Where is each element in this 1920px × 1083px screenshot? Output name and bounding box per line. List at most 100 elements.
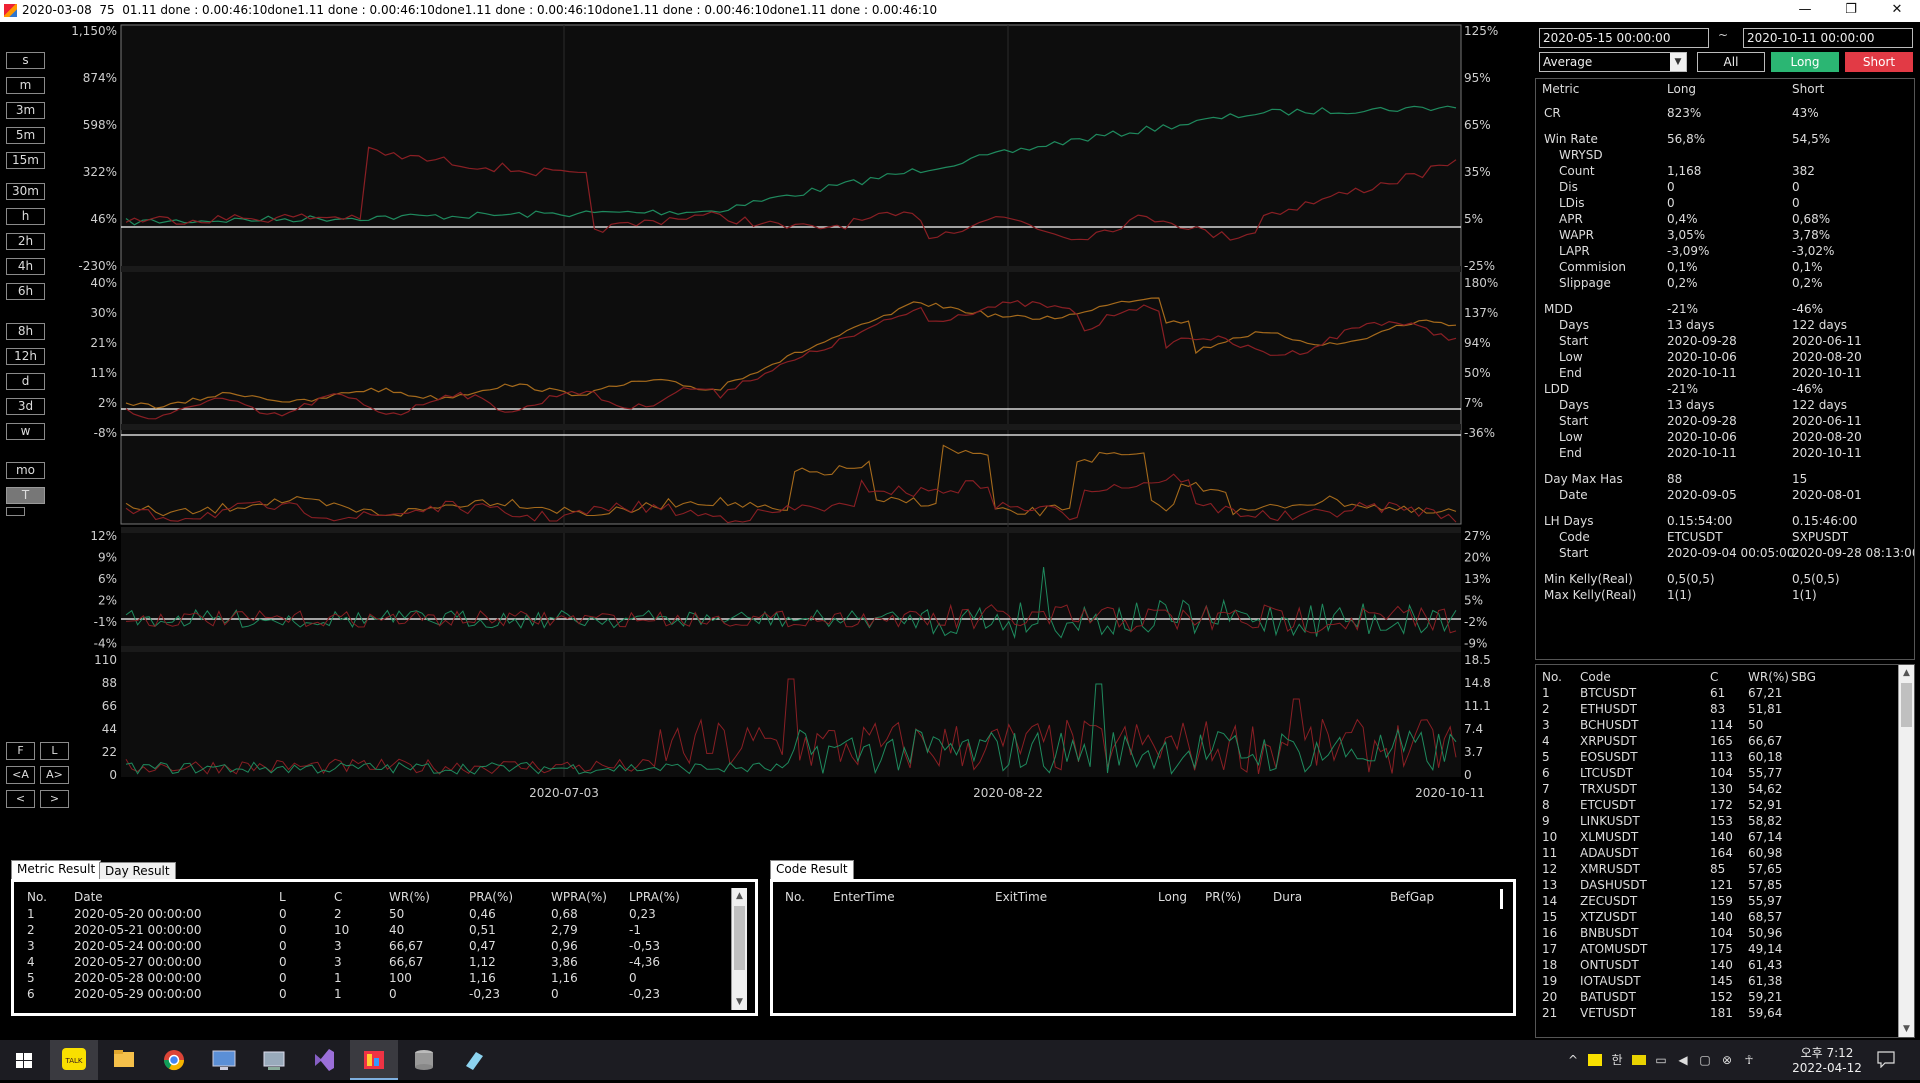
metric-result-row[interactable]: 1 2020-05-20 00:00:00 0 2 50 0,46 0,68 0,23 — [14, 906, 734, 922]
code-row[interactable]: 16 BNBUSDT 104 50,96 — [1536, 925, 1896, 941]
panel4-left-tick: 110 — [94, 653, 117, 667]
clock-time[interactable]: 오후 7:12 — [1790, 1044, 1864, 1061]
date-from-input[interactable]: 2020-05-15 00:00:00 — [1539, 28, 1709, 48]
scroll-thumb[interactable] — [734, 906, 745, 970]
trading-app-icon[interactable] — [350, 1040, 398, 1080]
code-row[interactable]: 8 ETCUSDT 172 52,91 — [1536, 797, 1896, 813]
code-row[interactable]: 7 TRXUSDT 130 54,62 — [1536, 781, 1896, 797]
code-result-header-cell[interactable]: ExitTime — [995, 889, 1047, 905]
code-row[interactable]: 3 BCHUSDT 114 50 — [1536, 717, 1896, 733]
metric-result-row[interactable]: 4 2020-05-27 00:00:00 0 3 66,67 1,12 3,86 -4,36 — [14, 954, 734, 970]
code-row[interactable]: 10 XLMUSDT 140 67,14 — [1536, 829, 1896, 845]
code-row[interactable]: 2 ETHUSDT 83 51,81 — [1536, 701, 1896, 717]
scroll-up-icon[interactable]: ▲ — [1899, 665, 1914, 681]
code-row[interactable]: 15 XTZUSDT 140 68,57 — [1536, 909, 1896, 925]
scroll-down-icon[interactable]: ▼ — [1899, 1021, 1914, 1037]
mode-select[interactable]: Average ▼ — [1539, 52, 1687, 72]
code-result-header-cell[interactable]: No. — [785, 889, 805, 905]
network-computer-icon[interactable] — [250, 1040, 298, 1080]
code-row[interactable]: 9 LINKUSDT 153 58,82 — [1536, 813, 1896, 829]
eraser-app-icon[interactable] — [450, 1040, 498, 1080]
metric-result-header-cell[interactable]: L — [279, 889, 286, 905]
chart-area[interactable]: 1,150% 874% 598% 322% 46% -230% 125% 95% 65% 35% 5… — [0, 22, 1520, 807]
scroll-up-icon[interactable]: ▲ — [732, 888, 747, 904]
code-result-header-cell[interactable]: EnterTime — [833, 889, 895, 905]
code-row[interactable]: 17 ATOMUSDT 175 49,14 — [1536, 941, 1896, 957]
tab-metric-result[interactable]: Metric Result — [11, 860, 102, 880]
code-row[interactable]: 11 ADAUSDT 164 60,98 — [1536, 845, 1896, 861]
metric-result-row[interactable]: 2 2020-05-21 00:00:00 0 10 40 0,51 2,79 -1 — [14, 922, 734, 938]
code-row[interactable]: 14 ZECUSDT 159 55,97 — [1536, 893, 1896, 909]
code-result-header-cell[interactable]: BefGap — [1390, 889, 1434, 905]
long-button[interactable]: Long — [1771, 52, 1839, 72]
windows-start-icon[interactable] — [0, 1040, 48, 1080]
metric-short-value: 2020-09-28 08:13:00 — [1792, 546, 1915, 560]
metric-result-header-cell[interactable]: WR(%) — [389, 889, 430, 905]
metric-result-cell: 2020-05-20 00:00:00 — [74, 907, 202, 921]
notes-tray-icon[interactable] — [1632, 1055, 1646, 1065]
metric-result-header-cell[interactable]: C — [334, 889, 342, 905]
code-row[interactable]: 19 IOTAUSDT 145 61,38 — [1536, 973, 1896, 989]
chevron-down-icon[interactable]: ▼ — [1670, 53, 1686, 71]
metric-result-header-cell[interactable]: Date — [74, 889, 103, 905]
metric-result-row[interactable]: 6 2020-05-29 00:00:00 0 1 0 -0,23 0 -0,23 — [14, 986, 734, 1002]
metric-result-header-cell[interactable]: LPRA(%) — [629, 889, 680, 905]
tab-day-result[interactable]: Day Result — [99, 862, 176, 880]
metric-result-header-cell[interactable]: No. — [27, 889, 47, 905]
volume-icon[interactable]: ◀ — [1676, 1052, 1690, 1068]
database-icon[interactable] — [400, 1040, 448, 1080]
chevron-up-icon[interactable]: ^ — [1566, 1052, 1580, 1068]
visual-studio-icon[interactable] — [300, 1040, 348, 1080]
metric-result-row[interactable]: 5 2020-05-28 00:00:00 0 1 100 1,16 1,16 0 — [14, 970, 734, 986]
kakao-tray-icon[interactable] — [1588, 1054, 1602, 1066]
scroll-down-icon[interactable]: ▼ — [732, 994, 747, 1010]
codes-scrollbar[interactable]: ▲ ▼ — [1898, 665, 1914, 1037]
remote-desktop-icon[interactable] — [200, 1040, 248, 1080]
code-code-cell: ETCUSDT — [1580, 798, 1636, 812]
metric-short-value: 0.15:46:00 — [1792, 514, 1858, 528]
chrome-icon[interactable] — [150, 1040, 198, 1080]
code-row[interactable]: 13 DASHUSDT 121 57,85 — [1536, 877, 1896, 893]
code-result-header-cell[interactable]: Dura — [1273, 889, 1302, 905]
maximize-button[interactable]: ❐ — [1828, 0, 1874, 22]
scroll-thumb[interactable] — [1901, 683, 1912, 727]
code-no-cell: 2 — [1542, 702, 1550, 716]
code-row[interactable]: 18 ONTUSDT 140 61,43 — [1536, 957, 1896, 973]
clock-date[interactable]: 2022-04-12 — [1790, 1061, 1864, 1075]
metric-name: MDD — [1544, 302, 1573, 316]
column-resize-handle[interactable] — [1500, 889, 1503, 909]
code-code-cell: BCHUSDT — [1580, 718, 1639, 732]
code-result-header-cell[interactable]: PR(%) — [1205, 889, 1241, 905]
code-row[interactable]: 1 BTCUSDT 61 67,21 — [1536, 685, 1896, 701]
code-summary-table[interactable]: No. Code C WR(%) SBG ▲ ▼ 1 BTCUSDT 61 67,21… — [1535, 664, 1915, 1038]
kakaotalk-icon[interactable]: TALK — [50, 1040, 98, 1080]
ime-icon[interactable]: 한 — [1610, 1052, 1624, 1068]
code-result-header-cell[interactable]: Long — [1158, 889, 1187, 905]
notification-icon[interactable] — [1876, 1050, 1896, 1069]
code-row[interactable]: 5 EOSUSDT 113 60,18 — [1536, 749, 1896, 765]
code-row[interactable]: 21 VETUSDT 181 59,64 — [1536, 1005, 1896, 1021]
metric-result-header-cell[interactable]: PRA(%) — [469, 889, 513, 905]
date-to-input[interactable]: 2020-10-11 00:00:00 — [1743, 28, 1913, 48]
minimize-button[interactable]: — — [1782, 0, 1828, 22]
close-button[interactable]: ✕ — [1874, 0, 1920, 22]
short-button[interactable]: Short — [1845, 52, 1913, 72]
code-row[interactable]: 20 BATUSDT 152 59,21 — [1536, 989, 1896, 1005]
all-button[interactable]: All — [1697, 52, 1765, 72]
metric-name: WRYSD — [1559, 148, 1603, 162]
code-row[interactable]: 6 LTCUSDT 104 55,77 — [1536, 765, 1896, 781]
tab-code-result[interactable]: Code Result — [770, 860, 854, 880]
code-row[interactable]: 4 XRPUSDT 165 66,67 — [1536, 733, 1896, 749]
blocked-icon[interactable]: ⊗ — [1720, 1052, 1734, 1068]
network-icon[interactable]: ▢ — [1698, 1052, 1712, 1068]
code-row[interactable]: 12 XMRUSDT 85 57,65 — [1536, 861, 1896, 877]
code-code-cell: BATUSDT — [1580, 990, 1636, 1004]
hangul-icon[interactable]: ☥ — [1742, 1052, 1756, 1068]
panel2-left-tick: 2% — [98, 396, 117, 410]
file-explorer-icon[interactable] — [100, 1040, 148, 1080]
code-win-rate-cell: 52,91 — [1748, 798, 1783, 812]
metric-result-header-cell[interactable]: WPRA(%) — [551, 889, 607, 905]
battery-icon[interactable]: ▭ — [1654, 1052, 1668, 1068]
metric-result-row[interactable]: 3 2020-05-24 00:00:00 0 3 66,67 0,47 0,96 -0,53 — [14, 938, 734, 954]
metric-long-value: -3,09% — [1667, 244, 1710, 258]
